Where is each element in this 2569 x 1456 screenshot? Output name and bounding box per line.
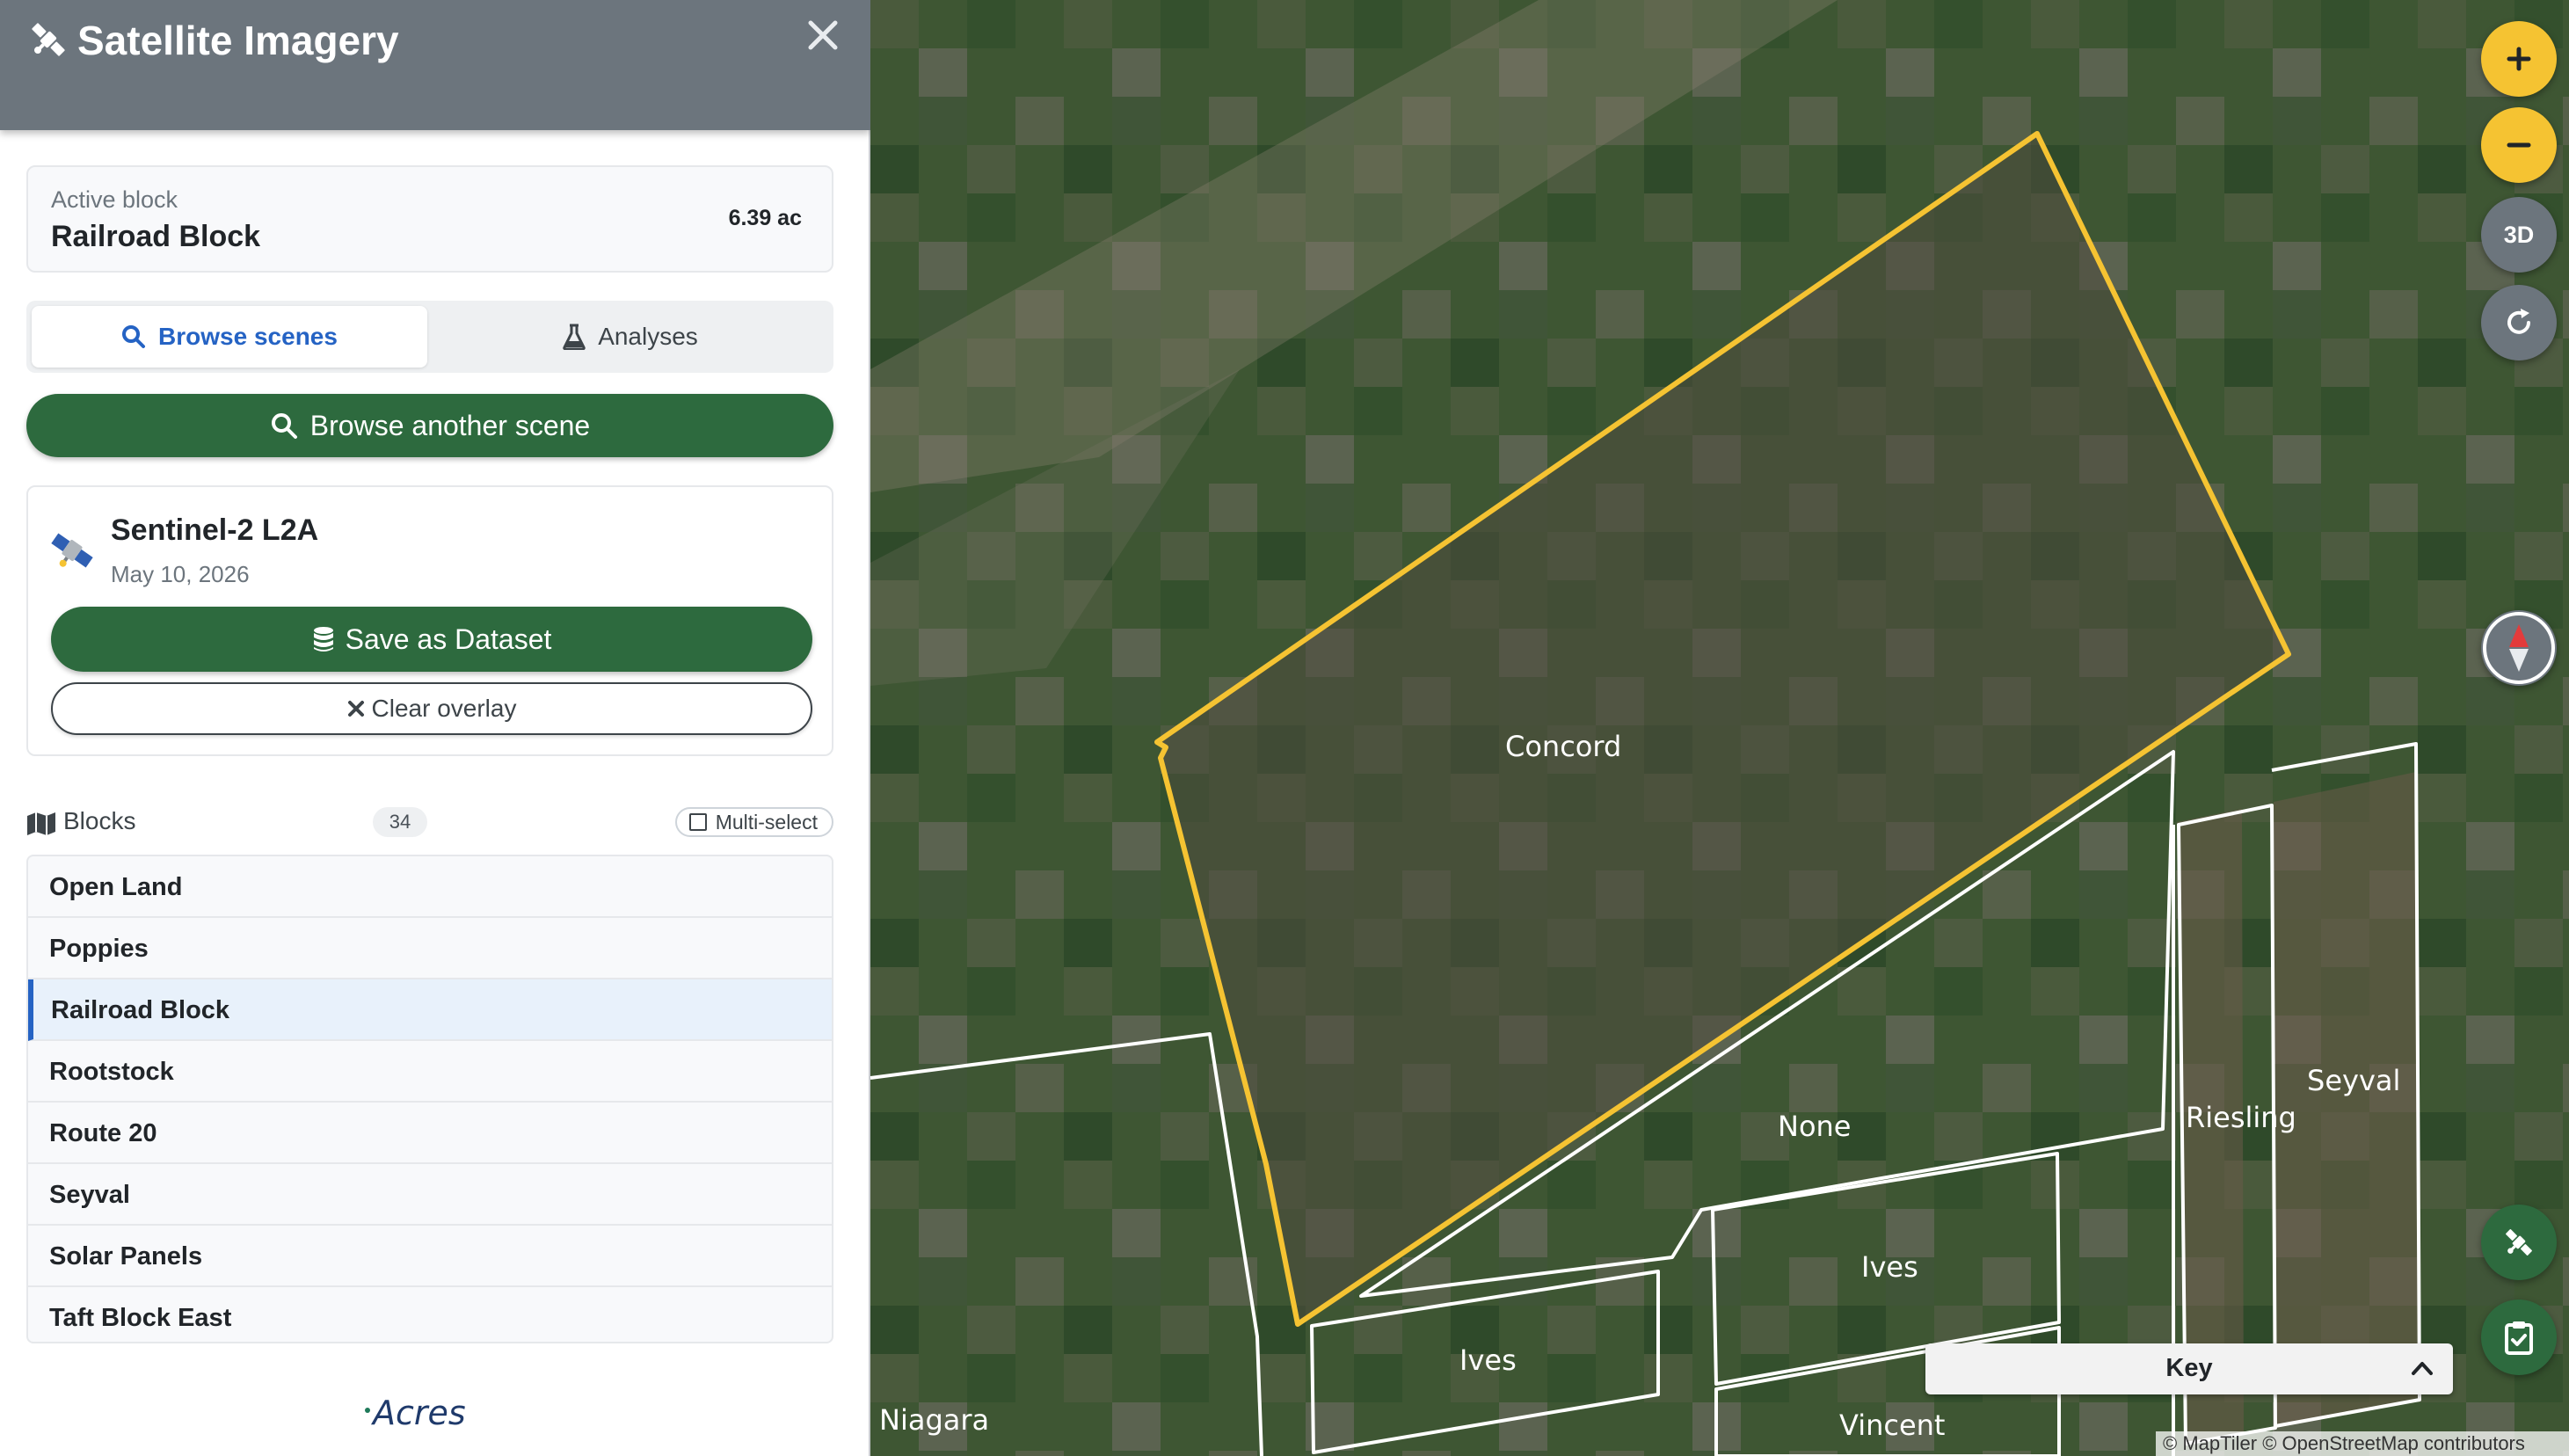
tab-analyses-label: Analyses: [598, 323, 698, 350]
clipboard-button[interactable]: [2481, 1299, 2557, 1375]
chevron-up-icon: [2412, 1362, 2433, 1375]
blocks-header: Blocks 34 Multi-select: [26, 805, 833, 841]
satellite-layer-button[interactable]: [2481, 1205, 2557, 1280]
compass-button[interactable]: [2481, 610, 2557, 686]
block-item-solar-panels[interactable]: Solar Panels: [28, 1226, 832, 1287]
browse-another-scene-label: Browse another scene: [309, 409, 591, 441]
acres-logo: Acres: [365, 1394, 466, 1432]
map-attribution[interactable]: © MapTiler © OpenStreetMap contributors: [2156, 1431, 2569, 1456]
x-icon: [347, 701, 364, 717]
toggle-3d-label: 3D: [2503, 221, 2535, 248]
map-label-none[interactable]: None: [1778, 1110, 1851, 1143]
map-label-seyval[interactable]: Seyval: [2307, 1064, 2400, 1097]
map-key-toggle[interactable]: Key: [1925, 1343, 2453, 1394]
checkbox-icon: [688, 813, 707, 831]
clear-overlay-label: Clear overlay: [371, 695, 517, 722]
block-item-seyval[interactable]: Seyval: [28, 1164, 832, 1226]
satellite-icon: [2506, 1229, 2532, 1256]
brand-text: Acres: [370, 1394, 466, 1432]
map-label-riesling[interactable]: Riesling: [2186, 1101, 2296, 1134]
map-icon: [27, 812, 55, 835]
tab-browse-scenes-label: Browse scenes: [158, 323, 338, 350]
toggle-3d-button[interactable]: 3D: [2481, 197, 2557, 273]
active-block-area: 6.39 ac: [728, 206, 802, 230]
block-item-taft-block-east[interactable]: Taft Block East: [28, 1287, 832, 1342]
satellite-map[interactable]: Concord None Riesling Seyval Ives Ives V…: [870, 0, 2569, 1456]
block-item-open-land[interactable]: Open Land: [28, 856, 832, 918]
scene-date: May 10, 2026: [111, 561, 250, 587]
clear-overlay-button[interactable]: Clear overlay: [51, 682, 812, 735]
panel-title: Satellite Imagery: [77, 18, 399, 63]
scene-card: Sentinel-2 L2A May 10, 2026 Save as Data…: [26, 485, 833, 756]
zoom-out-button[interactable]: [2481, 107, 2557, 183]
flask-icon: [563, 324, 586, 350]
active-block-label: Active block: [51, 186, 178, 213]
multi-select-label: Multi-select: [715, 810, 818, 834]
satellite-emoji-icon: [51, 533, 93, 568]
map-label-concord[interactable]: Concord: [1505, 730, 1621, 763]
tab-browse-scenes[interactable]: Browse scenes: [32, 306, 427, 368]
active-block-name: Railroad Block: [51, 220, 261, 253]
database-icon: [313, 627, 333, 652]
plus-icon: [2507, 47, 2531, 71]
map-key-label: Key: [2165, 1354, 2213, 1382]
save-as-dataset-button[interactable]: Save as Dataset: [51, 607, 812, 672]
block-item-railroad-block[interactable]: Railroad Block: [28, 979, 832, 1041]
browse-another-scene-button[interactable]: Browse another scene: [26, 394, 833, 457]
blocks-count-badge: 34: [373, 807, 427, 837]
minus-icon: [2507, 142, 2531, 148]
panel-header: Satellite Imagery: [0, 0, 870, 130]
tab-analyses[interactable]: Analyses: [433, 306, 828, 368]
active-block-card: Active block Railroad Block 6.39 ac: [26, 165, 833, 273]
clipboard-check-icon: [2505, 1321, 2533, 1355]
blocks-title: Blocks: [63, 807, 136, 834]
map-label-niagara[interactable]: Niagara: [879, 1403, 989, 1437]
search-icon: [271, 413, 297, 439]
multi-select-toggle[interactable]: Multi-select: [674, 807, 833, 837]
close-icon[interactable]: [804, 16, 842, 55]
map-label-ives-left[interactable]: Ives: [1459, 1343, 1517, 1377]
save-as-dataset-label: Save as Dataset: [345, 622, 552, 655]
satellite-icon: [32, 23, 65, 56]
block-item-rootstock[interactable]: Rootstock: [28, 1041, 832, 1103]
compass-icon: [2483, 612, 2555, 684]
block-item-route-20[interactable]: Route 20: [28, 1103, 832, 1164]
tab-bar: Browse scenes Analyses: [26, 301, 833, 373]
block-list: Open Land Poppies Railroad Block Rootsto…: [26, 855, 833, 1343]
map-view[interactable]: Concord None Riesling Seyval Ives Ives V…: [870, 0, 2569, 1456]
satellite-imagery-panel: Satellite Imagery Active block Railroad …: [0, 0, 870, 1456]
rotate-icon: [2507, 309, 2530, 334]
search-icon: [122, 325, 146, 348]
zoom-in-button[interactable]: [2481, 21, 2557, 97]
scene-name: Sentinel-2 L2A: [111, 513, 319, 547]
reset-rotation-button[interactable]: [2481, 285, 2557, 360]
map-label-ives-right[interactable]: Ives: [1861, 1250, 1918, 1284]
map-label-vincent[interactable]: Vincent: [1839, 1409, 1945, 1442]
block-item-poppies[interactable]: Poppies: [28, 918, 832, 979]
